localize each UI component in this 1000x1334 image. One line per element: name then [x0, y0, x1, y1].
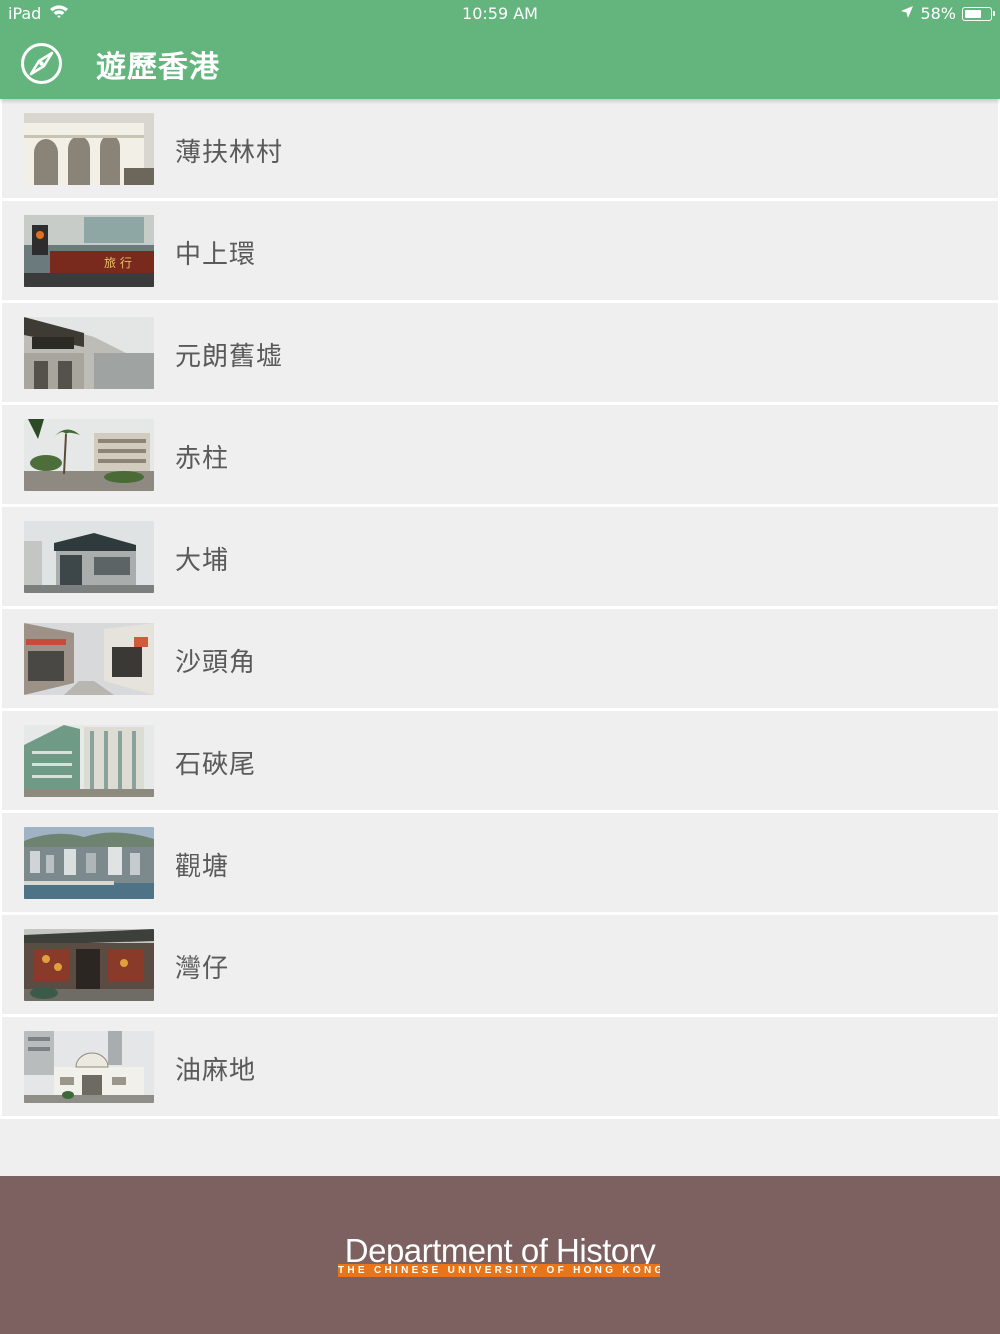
- place-thumbnail: [24, 419, 154, 491]
- list-item[interactable]: 沙頭角: [0, 609, 1000, 711]
- battery-percent: 58%: [920, 4, 956, 23]
- place-name: 油麻地: [175, 1056, 257, 1086]
- list-item[interactable]: 赤柱: [0, 405, 1000, 507]
- list-item[interactable]: 觀塘: [0, 813, 1000, 915]
- place-name: 灣仔: [175, 954, 230, 984]
- place-thumbnail: [24, 623, 154, 695]
- list-item[interactable]: 石硤尾: [0, 711, 1000, 813]
- battery-icon: [962, 6, 995, 21]
- place-thumbnail: [24, 521, 154, 593]
- place-name: 大埔: [175, 546, 230, 576]
- place-thumbnail: 旅 行: [24, 215, 154, 287]
- place-name: 中上環: [175, 240, 257, 270]
- places-list: 薄扶林村 旅 行 中上環 元朗舊墟 赤柱 大埔 沙頭角 石硤尾 觀塘 灣仔 油麻…: [0, 99, 1000, 1119]
- place-name: 赤柱: [175, 444, 230, 474]
- university-banner: THE CHINESE UNIVERSITY OF HONG KONG: [338, 1264, 660, 1277]
- footer: Department of History THE CHINESE UNIVER…: [0, 1176, 1000, 1334]
- place-name: 石硤尾: [175, 750, 257, 780]
- status-time: 10:59 AM: [462, 4, 538, 23]
- place-name: 薄扶林村: [175, 138, 284, 168]
- list-item[interactable]: 旅 行 中上環: [0, 201, 1000, 303]
- place-thumbnail: [24, 317, 154, 389]
- place-name: 觀塘: [175, 852, 230, 882]
- list-item[interactable]: 灣仔: [0, 915, 1000, 1017]
- page-title: 遊歷香港: [96, 50, 220, 85]
- place-thumbnail: [24, 929, 154, 1001]
- list-item[interactable]: 油麻地: [0, 1017, 1000, 1119]
- place-thumbnail: [24, 1031, 154, 1103]
- place-name: 沙頭角: [175, 648, 257, 678]
- location-arrow-icon: [900, 4, 914, 23]
- place-name: 元朗舊墟: [175, 342, 284, 372]
- list-item[interactable]: 薄扶林村: [0, 99, 1000, 201]
- place-thumbnail: [24, 113, 154, 185]
- app-header: iPad 10:59 AM 58% 遊歷香港: [0, 0, 1000, 99]
- svg-text:旅 行: 旅 行: [104, 256, 132, 270]
- place-thumbnail: [24, 827, 154, 899]
- nav-bar: 遊歷香港: [0, 28, 1000, 99]
- status-bar: iPad 10:59 AM 58%: [0, 0, 1000, 28]
- place-thumbnail: [24, 725, 154, 797]
- list-item[interactable]: 元朗舊墟: [0, 303, 1000, 405]
- compass-icon[interactable]: [20, 42, 63, 85]
- list-item[interactable]: 大埔: [0, 507, 1000, 609]
